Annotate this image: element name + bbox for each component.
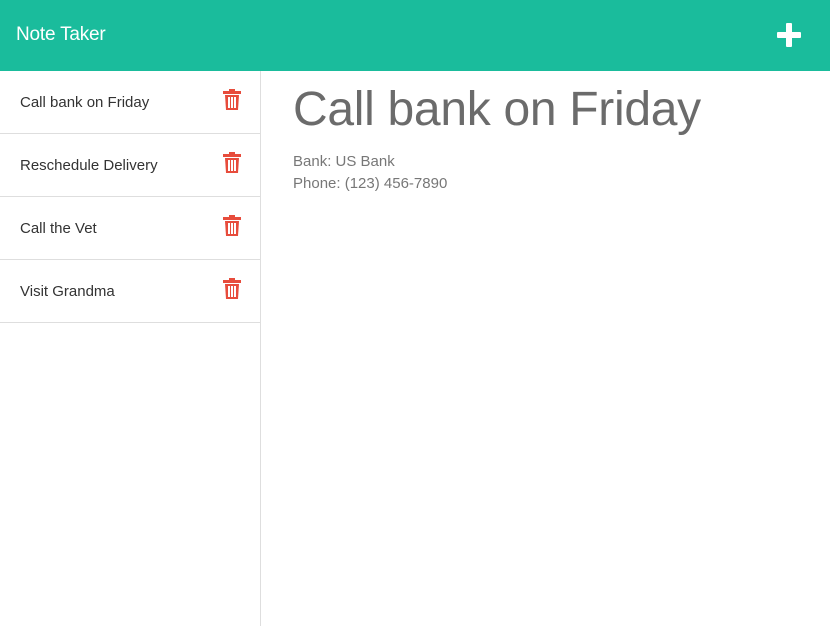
note-title[interactable]: Call the Vet	[20, 219, 97, 238]
note-title[interactable]: Call bank on Friday	[20, 93, 149, 112]
new-note-button[interactable]	[770, 16, 808, 54]
list-item[interactable]: Call bank on Friday	[0, 71, 260, 134]
list-item[interactable]: Call the Vet	[0, 197, 260, 260]
trash-icon[interactable]	[222, 89, 242, 111]
trash-icon[interactable]	[222, 152, 242, 174]
app-title[interactable]: Note Taker	[16, 22, 106, 48]
note-title-field[interactable]: Call bank on Friday	[293, 81, 701, 139]
navbar: Note Taker	[0, 0, 830, 71]
note-list: Call bank on Friday Reschedule Delivery …	[0, 71, 260, 323]
notes-sidebar: Call bank on Friday Reschedule Delivery …	[0, 71, 261, 626]
list-item[interactable]: Visit Grandma	[0, 260, 260, 323]
note-title[interactable]: Visit Grandma	[20, 282, 115, 301]
note-text-line: Bank: US Bank	[293, 153, 395, 170]
list-item[interactable]: Reschedule Delivery	[0, 134, 260, 197]
note-view: Call bank on Friday Bank: US Bank Phone:…	[261, 71, 830, 626]
note-title[interactable]: Reschedule Delivery	[20, 156, 158, 175]
plus-icon	[777, 23, 801, 47]
trash-icon[interactable]	[222, 215, 242, 237]
note-text-line: Phone: (123) 456-7890	[293, 175, 448, 192]
trash-icon[interactable]	[222, 278, 242, 300]
note-text-field[interactable]: Bank: US Bank Phone: (123) 456-7890	[293, 151, 447, 195]
